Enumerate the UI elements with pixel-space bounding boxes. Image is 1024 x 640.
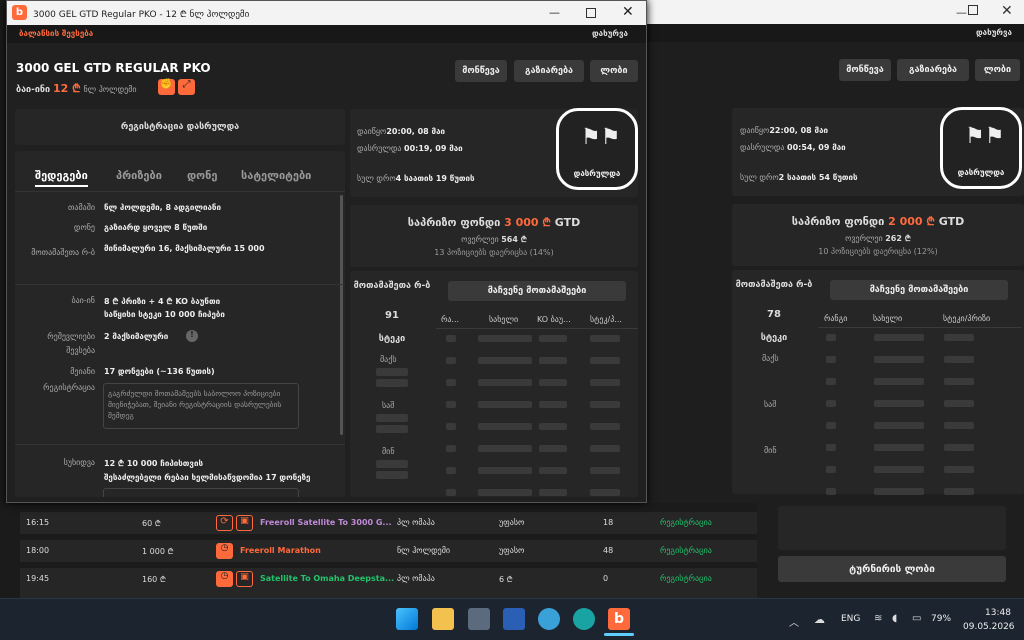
lobby-button[interactable]: ლობი [975, 59, 1020, 81]
minimize-icon[interactable]: — [549, 6, 560, 19]
edge-browser-icon[interactable] [573, 608, 595, 630]
finished-badge: ⚑⚑ დასრულდა [556, 108, 638, 190]
calculator-icon[interactable] [468, 608, 490, 630]
tab-satellites[interactable]: სატელიტები [241, 169, 311, 182]
flags-icon: ⚑⚑ [581, 125, 621, 150]
chevron-up-icon[interactable]: ︿ [789, 614, 799, 629]
table-row[interactable]: 18:00 1 000 ₾ ◷ Freeroll Marathon ნლ ჰოლ… [20, 540, 757, 562]
details-panel: შედეგები პრიზები დონე სატელიტები თამაში … [15, 151, 345, 497]
maximize-icon[interactable] [586, 8, 596, 18]
language-indicator[interactable]: ENG [841, 614, 860, 624]
tab-prizes[interactable]: პრიზები [116, 169, 162, 182]
close-window-icon[interactable]: ✕ [622, 4, 634, 20]
rebuy-icon: ⟳ [216, 515, 233, 531]
share-button[interactable]: გაზიარება [897, 59, 969, 81]
timer-icon: ◷ [216, 571, 233, 587]
maximize-icon[interactable] [968, 5, 978, 15]
tournament-title: 3000 GEL GTD REGULAR PKO [16, 61, 211, 75]
ticket-icon: ▣ [236, 571, 253, 587]
share-button[interactable]: გაზიარება [514, 60, 584, 82]
expand-icon: ⤢ [178, 79, 195, 95]
clock-time[interactable]: 13:48 [985, 608, 1011, 618]
file-explorer-icon[interactable] [432, 608, 454, 630]
battery-icon[interactable]: ▭ [912, 613, 921, 624]
window-title: 3000 GEL GTD Regular PKO - 12 ₾ ნლ ჰოლდე… [33, 10, 250, 20]
late-reg-note: გაგრძელდი მოთამაშეებს საბოლოო პოზიციები … [103, 383, 299, 429]
show-players-button[interactable]: მაჩვენე მოთამაშეები [830, 280, 1008, 300]
timer-icon: ◷ [216, 543, 233, 559]
lobby-button[interactable]: ლობი [590, 60, 638, 82]
word-icon[interactable] [503, 608, 525, 630]
cloud-icon[interactable]: ☁ [814, 613, 825, 626]
close-window-icon[interactable]: ✕ [1001, 3, 1013, 19]
app-logo-icon: b [12, 5, 27, 20]
window-titlebar: b 3000 GEL GTD Regular PKO - 12 ₾ ნლ ჰოლ… [7, 1, 646, 25]
battery-percent: 79% [931, 614, 952, 624]
register-button[interactable]: მონწევა [839, 59, 891, 81]
players-panel: მოთამაშეთა რ-ბ 91 სტეკი მაქს საშ მინ მაჩ… [350, 271, 638, 497]
tournament-window: b 3000 GEL GTD Regular PKO - 12 ₾ ნლ ჰოლ… [6, 0, 647, 503]
globe-icon[interactable] [538, 608, 560, 630]
close-link[interactable]: დახურვა [976, 28, 1012, 37]
clock-date[interactable]: 09.05.2026 [963, 622, 1015, 632]
active-indicator [604, 633, 634, 636]
table-row[interactable]: 19:45 160 ₾ ◷ ▣ Satellite To Omaha Deeps… [20, 568, 757, 598]
close-link[interactable]: დახურვა [592, 29, 628, 38]
flags-icon: ⚑⚑ [965, 124, 1005, 149]
volume-icon[interactable]: ◖ [892, 613, 897, 624]
info-icon[interactable]: ! [186, 330, 198, 342]
knockout-icon: ✊ [158, 79, 175, 95]
tournament-lobby-button[interactable]: ტურნირის ლობი [778, 556, 1006, 582]
ticket-icon: ▣ [236, 515, 253, 531]
scrollbar[interactable] [340, 195, 343, 435]
registration-status: რეგისტრაცია დასრულდა [15, 109, 345, 145]
tab-levels[interactable]: დონე [187, 169, 218, 182]
show-players-button[interactable]: მაჩვენე მოთამაშეები [448, 281, 626, 301]
register-button[interactable]: მონწევა [455, 60, 507, 82]
finished-badge: ⚑⚑ დასრულდა [940, 107, 1022, 189]
wifi-icon[interactable]: ≋ [874, 613, 882, 624]
app-taskbar-icon[interactable]: b [608, 608, 630, 630]
minimize-icon[interactable]: — [956, 6, 967, 19]
tab-results[interactable]: შედეგები [35, 169, 88, 187]
windows-start-icon[interactable] [396, 608, 418, 630]
balance-link[interactable]: ბალანსის შევსება [19, 29, 93, 38]
table-row[interactable]: 16:15 60 ₾ ⟳ ▣ Freeroll Satellite To 300… [20, 512, 757, 534]
